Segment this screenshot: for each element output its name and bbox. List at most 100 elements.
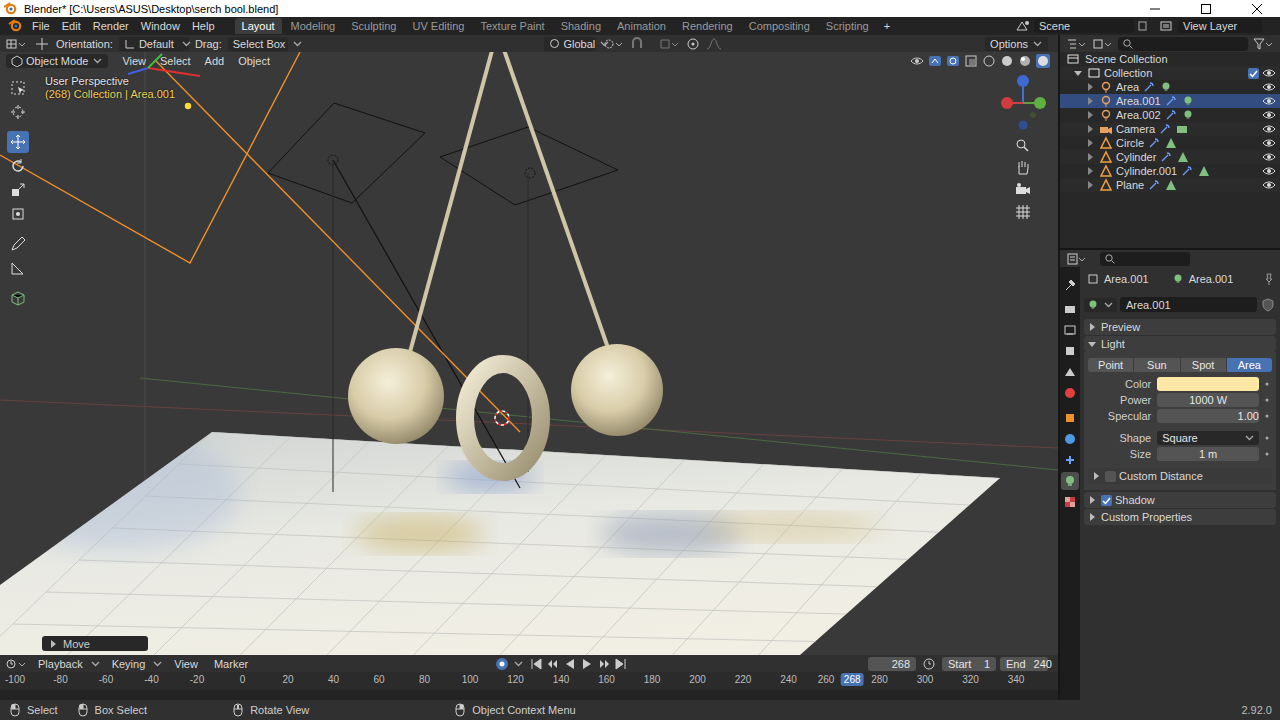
global-icon[interactable] — [549, 38, 560, 49]
menu-item[interactable]: Window — [135, 18, 186, 34]
constraints-tab-icon[interactable] — [1063, 453, 1077, 467]
search-icon[interactable] — [1104, 253, 1116, 265]
view-layer-name[interactable]: View Layer — [1183, 20, 1237, 32]
editor-type-icon[interactable] — [6, 657, 28, 671]
solid-shading-icon[interactable] — [1000, 54, 1016, 68]
timeline[interactable]: PlaybackKeyingViewMarker268Start1End240-… — [0, 655, 1058, 700]
properties-tab[interactable] — [1061, 451, 1079, 469]
collapse-icon[interactable] — [1086, 80, 1096, 94]
timeline-menu-item[interactable]: Keying — [106, 656, 152, 672]
object-name[interactable]: Area.002 — [1116, 109, 1161, 121]
panel-header[interactable]: Preview — [1084, 319, 1276, 335]
light-type-label[interactable]: Sun — [1147, 359, 1167, 371]
workspace-label[interactable]: Modeling — [291, 20, 336, 32]
pivot-icon[interactable] — [602, 37, 624, 51]
workspace-tab[interactable]: Compositing — [742, 18, 817, 34]
chevron-icon[interactable] — [91, 54, 104, 67]
search-icon[interactable] — [1122, 38, 1134, 50]
next-keyframe-icon[interactable] — [597, 657, 611, 671]
mesh-data-icon[interactable] — [1197, 164, 1211, 178]
workspace-tab[interactable]: UV Editing — [405, 18, 471, 34]
tool-button[interactable] — [7, 179, 29, 201]
navigation-gizmo-icon[interactable] — [993, 73, 1053, 133]
start-frame-field[interactable]: Start1 — [942, 657, 996, 671]
keyframe-dot-icon[interactable] — [1262, 395, 1272, 405]
scene-icon[interactable] — [1015, 19, 1031, 33]
eye-icon[interactable] — [1262, 150, 1276, 164]
mesh-object-icon[interactable] — [1099, 178, 1113, 192]
light-type-button[interactable]: Area — [1227, 358, 1272, 372]
number-value[interactable]: 1 m — [1199, 448, 1217, 460]
view-layer-icon[interactable] — [1159, 19, 1175, 33]
clock-icon[interactable] — [920, 657, 938, 671]
object-name[interactable]: Camera — [1116, 123, 1155, 135]
texture-tab-icon[interactable] — [1063, 495, 1077, 509]
visibility-icon[interactable] — [910, 54, 926, 68]
annotate-tool-icon[interactable] — [9, 235, 27, 253]
panel-title[interactable]: Light — [1101, 338, 1125, 350]
light-type-button[interactable]: Point — [1088, 358, 1133, 372]
keyframe-dot-icon[interactable] — [1262, 449, 1272, 459]
record-icon[interactable] — [495, 657, 509, 671]
collection-expand-icon[interactable] — [1071, 67, 1085, 79]
wireframe-shading-icon[interactable] — [982, 54, 998, 68]
object-tab-icon[interactable] — [1063, 411, 1077, 425]
timeline-menu-item[interactable]: Marker — [208, 656, 254, 672]
minimize-icon[interactable] — [1150, 4, 1160, 14]
workspace-label[interactable]: Texture Paint — [480, 20, 544, 32]
modifier-icon[interactable] — [1159, 150, 1173, 164]
outliner-row[interactable]: Cylinder — [1060, 150, 1280, 164]
copy-icon[interactable] — [1137, 19, 1149, 33]
close-icon[interactable] — [1252, 4, 1262, 14]
properties-tab[interactable] — [1061, 472, 1079, 490]
keyframe-dot-icon[interactable] — [1262, 379, 1272, 389]
move-tool-icon[interactable] — [9, 133, 27, 151]
camera-view-icon[interactable] — [1014, 181, 1032, 199]
display-mode-icon[interactable] — [1092, 37, 1114, 51]
3d-viewport[interactable]: Orientation:DefaultDrag:Select BoxGlobal… — [0, 35, 1058, 655]
camera-data-icon[interactable] — [1175, 122, 1189, 136]
workspace-label[interactable]: UV Editing — [412, 20, 464, 32]
eye-icon[interactable] — [1262, 164, 1276, 178]
tool-button[interactable] — [7, 101, 29, 123]
scene-tab-icon[interactable] — [1063, 365, 1077, 379]
view-layer-tab-icon[interactable] — [1063, 344, 1077, 358]
menu-item[interactable]: File — [26, 18, 56, 34]
collapse-icon[interactable] — [1086, 136, 1096, 150]
jump-end-icon[interactable] — [614, 657, 628, 671]
workspace-label[interactable]: Scripting — [826, 20, 869, 32]
outliner-row[interactable]: Area.001 — [1060, 94, 1280, 108]
workspace-tab[interactable]: Scripting — [819, 18, 876, 34]
cursor-tool-icon[interactable] — [9, 103, 27, 121]
workspace-tab[interactable]: Layout — [235, 18, 282, 34]
measure-tool-icon[interactable] — [9, 259, 27, 277]
object-name[interactable]: Area — [1116, 81, 1139, 93]
gizmo-toggle-icon[interactable] — [928, 54, 944, 68]
object-name[interactable]: Cylinder.001 — [1116, 165, 1177, 177]
panel-title[interactable]: Shadow — [1115, 494, 1155, 506]
modifier-icon[interactable] — [1147, 178, 1161, 192]
options-label[interactable]: Options — [990, 38, 1028, 50]
tool-tab-icon[interactable] — [1063, 277, 1077, 291]
outliner-row[interactable]: Collection — [1060, 66, 1280, 80]
breadcrumb-item[interactable]: Area.001 — [1189, 273, 1234, 285]
play-reverse-icon[interactable] — [563, 657, 577, 671]
panel-title[interactable]: Preview — [1101, 321, 1140, 333]
light-data-icon[interactable] — [1181, 94, 1195, 108]
view-layer-field[interactable]: View Layer — [1178, 19, 1262, 33]
expand-icon[interactable] — [1085, 338, 1099, 350]
light-object-icon[interactable] — [1099, 80, 1113, 94]
eye-icon[interactable] — [1262, 122, 1276, 136]
eye-icon[interactable] — [1262, 178, 1276, 192]
proportional-icon[interactable] — [686, 37, 700, 51]
chevron-icon[interactable] — [1243, 431, 1256, 444]
modifier-icon[interactable] — [1164, 108, 1178, 122]
tool-button[interactable] — [7, 203, 29, 225]
timeline-menu-item[interactable]: View — [168, 656, 204, 672]
start-frame[interactable]: 1 — [984, 658, 990, 670]
check-icon[interactable] — [1102, 496, 1111, 505]
tool-button[interactable] — [7, 257, 29, 279]
properties-tab[interactable] — [1061, 409, 1079, 427]
light-type-label[interactable]: Point — [1098, 359, 1123, 371]
properties-tab[interactable] — [1061, 275, 1079, 293]
